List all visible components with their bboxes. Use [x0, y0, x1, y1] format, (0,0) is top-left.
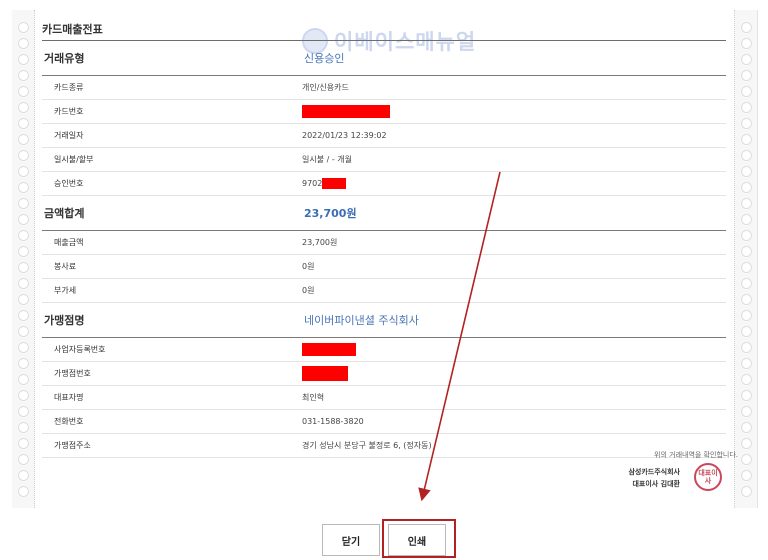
annotation-highlight-box	[382, 519, 456, 558]
arrow-line	[418, 171, 501, 502]
annotation-arrow	[418, 171, 501, 502]
close-button[interactable]: 닫기	[322, 524, 380, 556]
